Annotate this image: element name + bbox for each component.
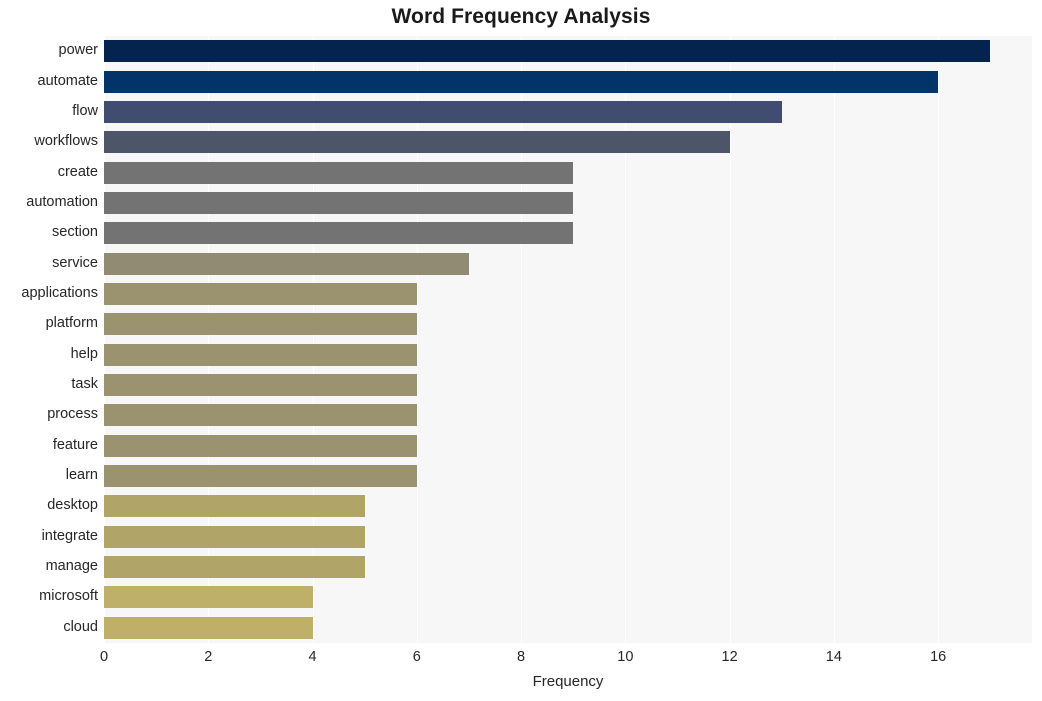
gridline: [521, 36, 523, 643]
x-axis-tick-label: 4: [308, 649, 317, 665]
bar-row: [104, 70, 1032, 93]
bar: [104, 70, 939, 93]
y-axis-tick-label: flow: [72, 102, 98, 119]
y-axis-tick-label: learn: [65, 467, 98, 484]
y-axis-tick-label: automate: [37, 72, 98, 89]
x-axis-tick-label: 0: [99, 649, 109, 665]
bar-row: [104, 131, 1032, 154]
bar: [104, 282, 417, 305]
x-axis-tick-label: 6: [412, 649, 421, 665]
bar: [104, 252, 469, 275]
y-axis-tick-label: workflows: [34, 133, 98, 150]
gridline: [833, 36, 835, 643]
y-axis-tick-label: service: [52, 254, 98, 271]
bar-row: [104, 556, 1032, 579]
y-axis-tick-label: create: [57, 163, 98, 180]
y-axis-tick-label: power: [58, 42, 99, 59]
bar-row: [104, 252, 1032, 275]
x-axis-tick-label: 14: [825, 649, 842, 665]
bar-row: [104, 495, 1032, 518]
x-axis-tick-label: 10: [617, 649, 634, 665]
y-axis-tick-label: integrate: [41, 527, 98, 544]
word-frequency-chart: Word Frequency Analysis power automate flo…: [0, 0, 1042, 701]
bar: [104, 616, 313, 639]
bar-row: [104, 313, 1032, 336]
bar-row: [104, 100, 1032, 123]
bar-row: [104, 374, 1032, 397]
y-axis-tick-label: automation: [26, 193, 98, 210]
bar-row: [104, 404, 1032, 427]
gridline: [625, 36, 627, 643]
bar: [104, 131, 730, 154]
bar: [104, 586, 313, 609]
bar: [104, 100, 782, 123]
gridline: [104, 36, 105, 643]
x-axis-tick-label: 8: [517, 649, 526, 665]
x-axis-tick-labels: 0 2 4 6 8 10 12 14 16: [100, 645, 1032, 669]
bar-row: [104, 222, 1032, 245]
bar-row: [104, 40, 1032, 63]
x-axis-tick-label: 12: [721, 649, 738, 665]
y-axis-tick-label: desktop: [47, 497, 98, 514]
bar-row: [104, 343, 1032, 366]
bar: [104, 343, 417, 366]
bar-row: [104, 161, 1032, 184]
bar: [104, 313, 417, 336]
y-axis-tick-label: help: [70, 345, 98, 362]
y-axis-tick-label: cloud: [63, 618, 98, 635]
bar-row: [104, 191, 1032, 214]
bar-row: [104, 282, 1032, 305]
gridline: [312, 36, 314, 643]
x-axis-tick-label: 16: [930, 649, 947, 665]
bar: [104, 404, 417, 427]
chart-title: Word Frequency Analysis: [391, 5, 651, 28]
x-axis-label: Frequency: [532, 673, 604, 690]
y-axis-tick-label: task: [71, 376, 98, 393]
bar: [104, 222, 574, 245]
y-axis-tick-label: feature: [52, 436, 98, 453]
y-axis-tick-label: platform: [45, 315, 98, 332]
bar: [104, 434, 417, 457]
y-axis-tick-label: manage: [45, 558, 98, 575]
bar: [104, 191, 574, 214]
bar: [104, 495, 365, 518]
bar: [104, 556, 365, 579]
x-axis-tick-label: 2: [204, 649, 213, 665]
bar: [104, 525, 365, 548]
gridline: [729, 36, 731, 643]
bar-row: [104, 434, 1032, 457]
y-axis-tick-label: process: [47, 406, 98, 423]
gridline: [938, 36, 940, 643]
bar-row: [104, 465, 1032, 488]
y-axis-tick-label: applications: [21, 284, 98, 301]
bar: [104, 465, 417, 488]
y-axis-tick-label: microsoft: [39, 588, 98, 605]
bar: [104, 374, 417, 397]
y-axis-tick-labels: power automate flow workflows create automati…: [0, 36, 98, 643]
y-axis-tick-label: section: [52, 224, 98, 241]
gridline: [416, 36, 418, 643]
gridline: [208, 36, 210, 643]
plot-area: [104, 36, 1032, 643]
bar: [104, 40, 991, 63]
bar-row: [104, 586, 1032, 609]
bar: [104, 161, 574, 184]
bar-row: [104, 616, 1032, 639]
bar-row: [104, 525, 1032, 548]
